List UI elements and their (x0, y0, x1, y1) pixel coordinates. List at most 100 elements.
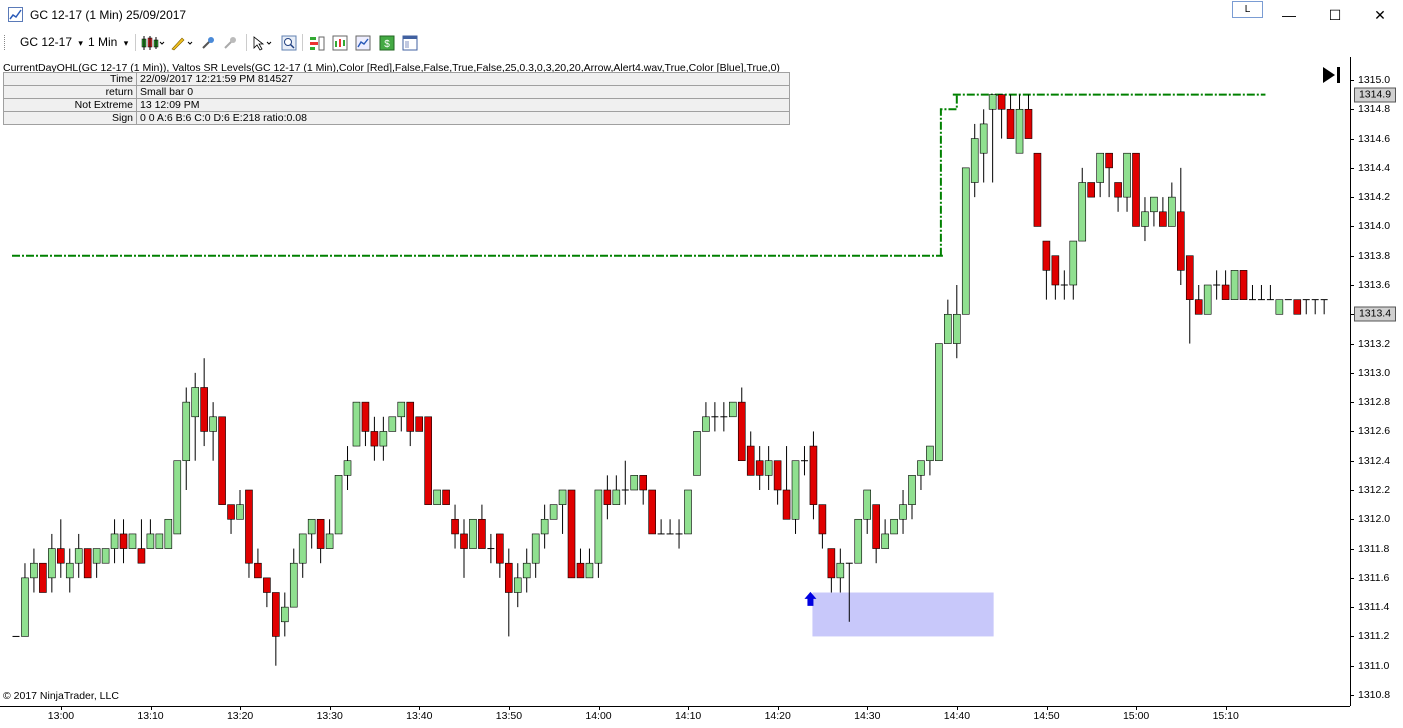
candle-down (56, 548, 65, 564)
price-chart[interactable] (0, 57, 1350, 706)
minimize-button[interactable]: — (1266, 0, 1312, 30)
candle-up (1078, 182, 1087, 242)
data-box-icon[interactable] (402, 35, 418, 51)
candle-up (128, 533, 137, 549)
price-tick-label: 1311.0 (1358, 659, 1390, 672)
candle-down (1194, 299, 1203, 315)
price-tick (1350, 138, 1354, 140)
chart-style-icon[interactable] (141, 35, 165, 51)
candle-down (809, 445, 818, 505)
candle-up (594, 489, 603, 564)
data-key: Time (3, 72, 137, 86)
scroll-to-end-icon[interactable] (1321, 66, 1343, 84)
day-level-step (939, 94, 958, 256)
candle-down (1132, 152, 1140, 227)
candle-up (513, 577, 522, 593)
candle-up (531, 533, 540, 564)
candle-up (558, 489, 567, 505)
data-key: Sign (3, 111, 137, 125)
candle-up (469, 518, 477, 549)
candle-up (92, 548, 101, 564)
zoom-icon[interactable] (281, 35, 297, 51)
candle-down (1159, 211, 1167, 227)
time-tick-label: 15:00 (1122, 710, 1150, 722)
drawing-tool-icon[interactable] (170, 35, 194, 51)
candle-down (316, 518, 325, 549)
candle-up (1069, 240, 1078, 286)
time-axis[interactable]: 13:00 13:10 13:20 13:30 13:40 13:50 14:00 14:10… (0, 706, 1350, 728)
candle-down (827, 548, 836, 579)
candle-down (648, 489, 656, 535)
table-row: Time 22/09/2017 12:21:59 PM 814527 (3, 72, 790, 86)
high-price-marker: 1314.9 (1354, 87, 1396, 103)
candle-down (1114, 182, 1122, 198)
close-button[interactable]: ✕ (1357, 0, 1403, 30)
candle-down (1087, 182, 1095, 198)
price-tick (1350, 197, 1354, 199)
candle-down (1177, 211, 1185, 271)
maximize-button[interactable]: ☐ (1312, 0, 1358, 30)
price-tick (1350, 402, 1354, 404)
l-button[interactable]: L (1232, 1, 1263, 18)
chart-properties-icon[interactable] (355, 35, 371, 51)
strategies-icon[interactable] (309, 35, 325, 51)
time-tick-label: 14:50 (1033, 710, 1060, 722)
candle-up (881, 533, 889, 549)
candle-up (764, 460, 773, 476)
candle-down (451, 518, 459, 535)
candle-down (1239, 270, 1248, 300)
candle-up (917, 460, 925, 476)
candle-down (442, 489, 450, 505)
candle-down (424, 416, 432, 505)
toolbar-separator (246, 34, 247, 51)
interval-selector[interactable]: 1 Min ▾ (88, 35, 128, 49)
chart-toolbar: GC 12-17 ▾ 1 Min ▾ $ (0, 31, 1403, 54)
pointer-icon[interactable] (252, 35, 276, 51)
time-axis-line (0, 706, 1350, 707)
data-key: return (3, 85, 137, 99)
candle-up (164, 518, 173, 549)
price-tick (1350, 167, 1354, 169)
candle-down (782, 489, 791, 520)
crosshair-icon[interactable] (200, 35, 216, 51)
candle-up (173, 460, 182, 535)
candle-up (522, 562, 531, 579)
time-tick-label: 13:40 (406, 710, 433, 722)
candle-down (406, 401, 415, 432)
price-tick (1350, 607, 1354, 609)
candle-up (684, 489, 692, 535)
price-tick (1350, 285, 1354, 286)
candle-up (549, 504, 558, 520)
data-key: Not Extreme (3, 98, 137, 112)
price-axis[interactable]: 1315.0 1314.8 1314.6 1314.4 1314.2 1314.0 1313… (1350, 57, 1403, 706)
candle-down (218, 416, 226, 505)
price-tick-label: 1312.2 (1358, 484, 1391, 496)
price-tick-label: 1314.0 (1358, 220, 1391, 233)
disabled-tool-icon[interactable] (222, 35, 238, 51)
candle-up (379, 431, 388, 447)
candle-down (1024, 108, 1033, 139)
candle-up (540, 518, 549, 535)
candle-down (567, 489, 576, 579)
performance-icon[interactable]: $ (379, 35, 395, 51)
candle-up (979, 123, 988, 154)
candle-up (30, 562, 38, 579)
time-tick-label: 13:00 (47, 710, 75, 722)
price-tick-label: 1314.2 (1358, 191, 1391, 204)
candle-down (119, 533, 128, 549)
candle-up (433, 489, 441, 505)
chevron-down-icon: ▾ (78, 38, 83, 48)
window-title-bar: GC 12-17 (1 Min) 25/09/2017 L — ☐ ✕ (0, 0, 1403, 30)
candle-down (415, 416, 424, 432)
last-price-marker: 1313.4 (1354, 306, 1396, 322)
candle-up (1150, 196, 1158, 213)
candle-up (612, 489, 621, 505)
candle-up (155, 533, 164, 549)
candle-down (504, 562, 513, 593)
instrument-selector[interactable]: GC 12-17 ▾ (20, 35, 83, 49)
table-row: Not Extreme 13 12:09 PM (3, 98, 790, 112)
indicators-icon[interactable] (332, 35, 348, 51)
candle-down (1042, 240, 1051, 271)
candle-down (478, 518, 486, 549)
price-tick (1350, 431, 1354, 433)
